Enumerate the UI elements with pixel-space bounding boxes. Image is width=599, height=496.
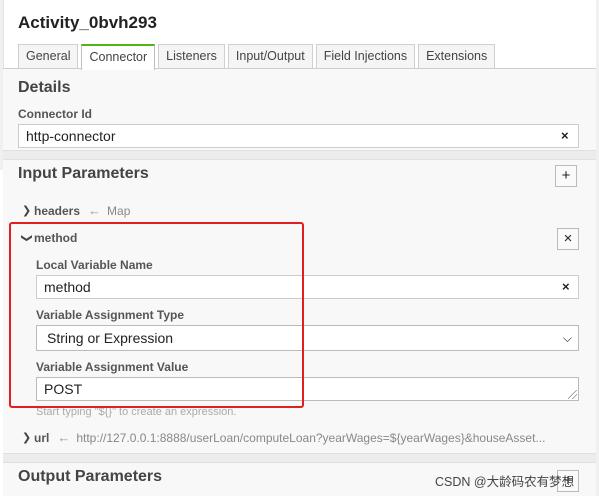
resize-handle-icon[interactable] xyxy=(568,390,577,399)
connector-id-label: Connector Id xyxy=(18,107,92,121)
expression-hint: Start typing "${}" to create an expressi… xyxy=(36,406,237,418)
watermark: CSDN @大龄码农有梦想 xyxy=(435,475,575,489)
arrow-left-icon: ← xyxy=(57,430,71,445)
local-variable-name-clear-icon[interactable]: × xyxy=(562,279,570,294)
assignment-value-text: POST xyxy=(44,381,83,397)
tab-listeners[interactable]: Listeners xyxy=(158,44,225,69)
local-variable-name-label: Local Variable Name xyxy=(36,258,153,272)
arrow-left-icon: ← xyxy=(88,203,102,218)
tab-extensions[interactable]: Extensions xyxy=(418,44,496,69)
input-parameters-title: Input Parameters xyxy=(18,165,149,182)
input-param-url-row[interactable]: ❯ url ← http://127.0.0.1:8888/userLoan/c… xyxy=(22,430,545,445)
output-parameters-title: Output Parameters xyxy=(18,468,163,485)
input-param-headers-row[interactable]: ❯ headers ← Map xyxy=(22,203,130,218)
section-separator xyxy=(3,453,596,463)
chevron-right-icon[interactable]: ❯ xyxy=(22,204,34,217)
assignment-type-value: String or Expression xyxy=(47,330,174,346)
element-title: Activity_0bvh293 xyxy=(18,13,157,32)
chevron-down-icon[interactable]: ❯ xyxy=(21,233,34,243)
tab-connector[interactable]: Connector xyxy=(81,44,156,70)
local-variable-name-input[interactable]: method xyxy=(36,275,579,299)
assignment-value-textarea[interactable]: POST xyxy=(36,377,579,401)
input-param-method-row[interactable]: ❯ method xyxy=(21,231,78,245)
tab-general[interactable]: General xyxy=(18,44,79,69)
add-input-parameter-button[interactable]: + xyxy=(555,165,577,187)
param-name: method xyxy=(34,231,78,245)
section-separator xyxy=(3,150,596,160)
tab-field-injections[interactable]: Field Injections xyxy=(315,44,416,69)
param-value: http://127.0.0.1:8888/userLoan/computeLo… xyxy=(76,430,546,445)
chevron-down-icon: ⌵ xyxy=(562,331,572,345)
param-type: Map xyxy=(107,203,131,218)
connector-id-input[interactable]: http-connector xyxy=(18,124,579,148)
details-section-title: Details xyxy=(18,79,71,96)
assignment-type-select[interactable]: String or Expression ⌵ xyxy=(36,325,579,351)
connector-id-clear-icon[interactable]: × xyxy=(561,128,569,143)
properties-tabs: General Connector Listeners Input/Output… xyxy=(18,44,498,70)
param-name: headers xyxy=(34,203,81,218)
chevron-right-icon[interactable]: ❯ xyxy=(22,431,34,444)
remove-method-parameter-button[interactable]: × xyxy=(557,228,579,250)
tab-input-output[interactable]: Input/Output xyxy=(227,44,313,69)
assignment-value-label: Variable Assignment Value xyxy=(36,360,189,374)
assignment-type-label: Variable Assignment Type xyxy=(36,308,185,322)
param-name: url xyxy=(34,430,50,445)
